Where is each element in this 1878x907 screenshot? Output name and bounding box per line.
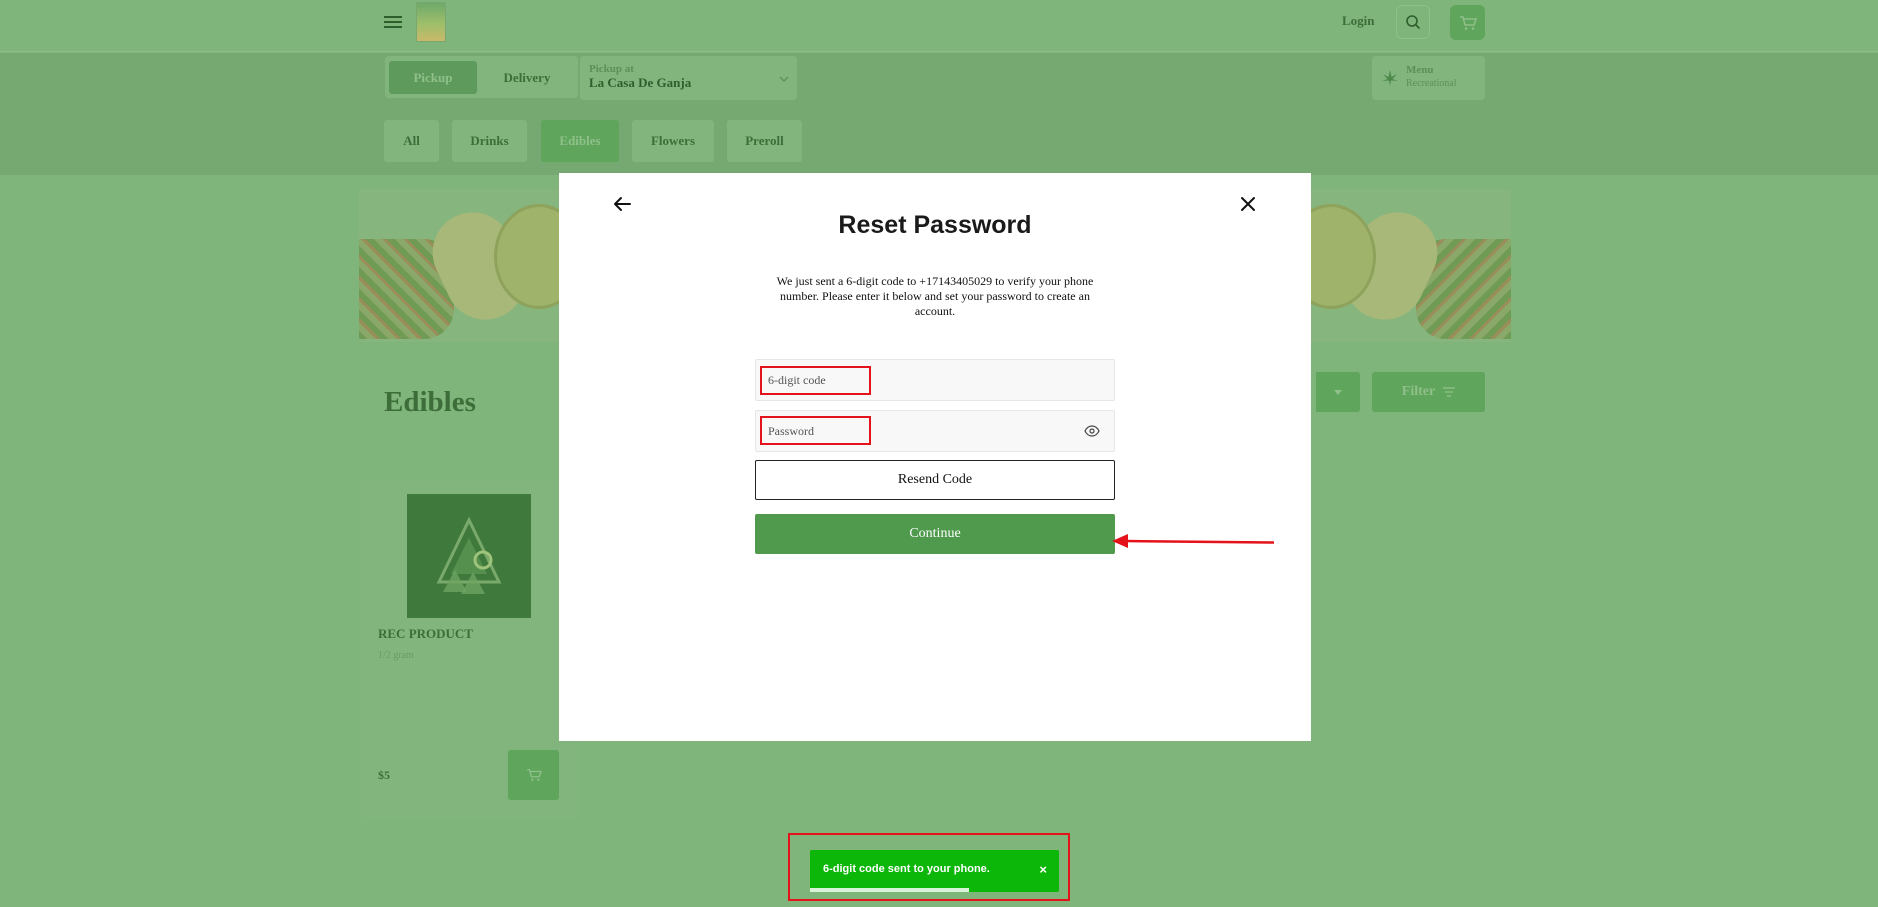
cannabis-leaf-icon — [1382, 70, 1398, 86]
continue-button[interactable]: Continue — [755, 514, 1115, 554]
add-to-cart-button[interactable] — [508, 750, 559, 800]
password-input[interactable] — [766, 417, 1066, 445]
product-name[interactable]: REC PRODUCT — [378, 626, 473, 642]
page-title: Edibles — [384, 386, 476, 418]
password-field — [755, 410, 1115, 452]
menu-type-select[interactable]: Menu Recreational — [1372, 56, 1485, 100]
delivery-toggle-button[interactable]: Delivery — [480, 61, 574, 94]
pickup-location-value: La Casa De Ganja — [589, 75, 692, 90]
menu-label: Menu — [1406, 64, 1434, 76]
filter-button[interactable]: Filter — [1372, 372, 1485, 412]
toast-close-icon[interactable]: × — [1039, 863, 1047, 876]
login-link[interactable]: Login — [1342, 13, 1375, 29]
cart-icon — [526, 769, 542, 781]
top-bar: Login — [0, 0, 1878, 52]
caret-down-icon — [1334, 389, 1342, 395]
product-price: $5 — [378, 768, 390, 782]
resend-code-button[interactable]: Resend Code — [755, 460, 1115, 500]
category-drinks[interactable]: Drinks — [452, 120, 527, 162]
modal-description: We just sent a 6-digit code to +17143405… — [776, 274, 1094, 318]
annotation-arrow-icon — [1112, 534, 1275, 548]
filter-label: Filter — [1401, 384, 1436, 399]
order-options-band — [0, 53, 1878, 175]
product-weight: 1/2 gram — [378, 650, 414, 661]
modal-title: Reset Password — [838, 211, 1032, 239]
filter-lines-icon — [1443, 387, 1456, 397]
hamburger-icon[interactable] — [384, 14, 402, 30]
cart-button[interactable] — [1450, 5, 1485, 40]
category-preroll[interactable]: Preroll — [727, 120, 802, 162]
chevron-down-icon — [779, 76, 789, 82]
category-all[interactable]: All — [384, 120, 439, 162]
search-icon — [1406, 15, 1421, 30]
pickup-toggle-button[interactable]: Pickup — [389, 61, 477, 94]
product-image[interactable] — [407, 494, 531, 618]
toast-progress-bar — [810, 888, 970, 892]
product-logo-icon — [436, 516, 502, 594]
sort-dropdown-button[interactable] — [1316, 372, 1360, 412]
store-logo[interactable] — [416, 2, 446, 42]
category-edibles[interactable]: Edibles — [541, 120, 619, 162]
pickup-at-label: Pickup at — [589, 63, 634, 75]
search-button[interactable] — [1396, 5, 1430, 39]
code-input[interactable] — [766, 366, 1066, 394]
toast-notification: 6-digit code sent to your phone. × — [810, 850, 1059, 892]
eye-icon[interactable] — [1084, 424, 1100, 438]
cart-icon — [1459, 15, 1477, 30]
toast-message: 6-digit code sent to your phone. — [823, 863, 990, 875]
pickup-location-select[interactable]: Pickup at La Casa De Ganja — [580, 56, 797, 100]
code-field — [755, 359, 1115, 401]
reset-password-modal: Reset Password We just sent a 6-digit co… — [559, 173, 1311, 741]
category-flowers[interactable]: Flowers — [632, 120, 714, 162]
menu-value: Recreational — [1406, 78, 1457, 89]
